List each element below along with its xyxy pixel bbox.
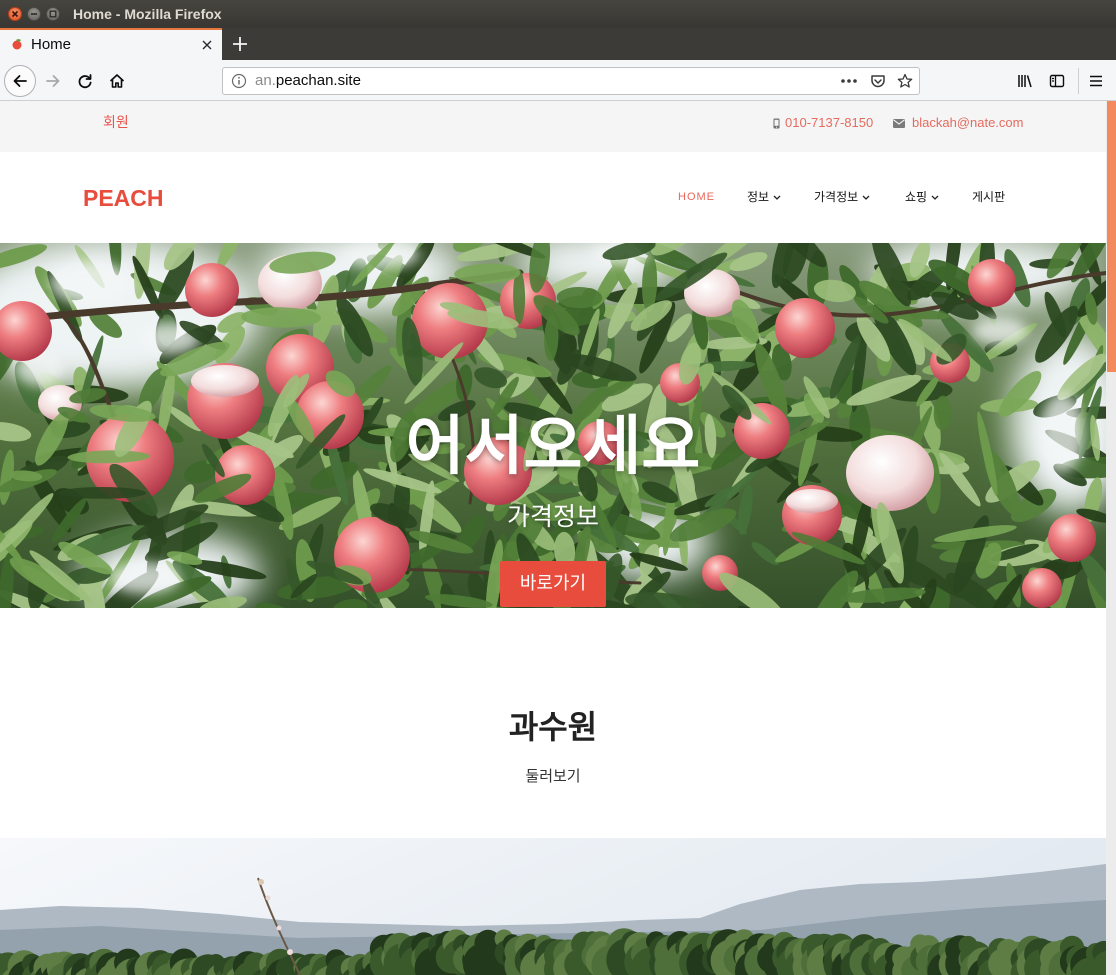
page-actions-dots-icon[interactable]	[840, 78, 858, 84]
nav-item-label: 가격정보	[814, 190, 859, 204]
window-close-icon[interactable]	[8, 7, 22, 21]
hero-peach	[775, 298, 835, 358]
navigation-toolbar: an.peachan.site	[0, 60, 1116, 101]
blossom-branch	[287, 949, 293, 955]
nav-item-board[interactable]: 게시판	[972, 188, 1005, 206]
blossom-branch	[265, 895, 271, 901]
chevron-down-icon	[862, 195, 870, 200]
envelope-icon	[893, 119, 905, 128]
forward-arrow-icon[interactable]	[45, 73, 61, 89]
hero-peach	[968, 259, 1016, 307]
nav-item-label: 게시판	[972, 190, 1006, 204]
chevron-down-icon	[773, 195, 781, 200]
pocket-icon[interactable]	[870, 73, 886, 89]
home-icon[interactable]	[109, 73, 125, 89]
web-page: 회원 010-7137-8150 blackah@nate.com PEACH …	[0, 101, 1106, 975]
go-button[interactable]: 바로가기	[500, 561, 606, 607]
mobile-phone-icon	[773, 118, 780, 129]
orchard-landscape-image	[0, 838, 1106, 975]
url-domain: peachan.site	[275, 72, 361, 89]
tab-home[interactable]: Home	[0, 28, 222, 60]
nav-item-label: HOME	[678, 191, 715, 203]
library-icon[interactable]	[1017, 73, 1033, 89]
peach-favicon-icon	[11, 38, 23, 50]
hero-title: 어서오세요	[405, 410, 701, 484]
tab-close-icon[interactable]	[201, 39, 213, 51]
hero-peach	[185, 263, 239, 317]
sky-gap	[972, 317, 1028, 345]
tab-label: Home	[31, 36, 72, 53]
member-link[interactable]: 회원	[103, 113, 129, 133]
reload-icon[interactable]	[77, 73, 93, 89]
chevron-down-icon	[931, 195, 939, 200]
site-info-icon[interactable]	[231, 73, 247, 89]
hero-peach	[191, 365, 259, 397]
top-info-bar: 회원 010-7137-8150 blackah@nate.com	[0, 101, 1106, 152]
tab-strip: Home	[0, 28, 1116, 60]
nav-item-price-info[interactable]: 가격정보	[814, 188, 870, 206]
blossom-branch	[276, 925, 282, 931]
sky-gap	[110, 562, 180, 594]
nav-item-info[interactable]: 정보	[747, 188, 781, 206]
window-minimize-icon[interactable]	[27, 7, 41, 21]
blossom-branch	[258, 879, 264, 885]
url-subdomain: an.	[255, 72, 276, 89]
toolbar-separator	[1078, 68, 1079, 94]
section-title: 과수원	[508, 708, 598, 746]
sidebar-icon[interactable]	[1049, 73, 1065, 89]
nav-item-shopping[interactable]: 쇼핑	[905, 188, 939, 206]
window-titlebar: Home - Mozilla Firefox	[0, 0, 1116, 28]
nav-item-label: 쇼핑	[905, 190, 928, 204]
hamburger-menu-icon[interactable]	[1088, 73, 1104, 89]
sky-gap	[50, 261, 130, 305]
site-logo[interactable]: PEACH	[83, 184, 164, 212]
scrollbar-thumb[interactable]	[1107, 101, 1116, 372]
section-subtitle: 둘러보기	[525, 767, 581, 785]
window-maximize-icon[interactable]	[46, 7, 60, 21]
url-text[interactable]: an.peachan.site	[255, 68, 361, 94]
orchard-landscape-photo	[0, 838, 1106, 975]
page-scrollbar[interactable]	[1106, 101, 1116, 975]
back-arrow-icon[interactable]	[12, 73, 28, 89]
window-title: Home - Mozilla Firefox	[73, 6, 222, 22]
phone-number[interactable]: 010-7137-8150	[785, 113, 873, 133]
hero-peach	[1022, 568, 1062, 608]
nav-item-label: 정보	[747, 190, 770, 204]
new-tab-plus-icon[interactable]	[233, 37, 247, 51]
hero-banner: 어서오세요 가격정보 바로가기	[0, 243, 1106, 608]
orchard-section: 과수원 둘러보기	[0, 608, 1106, 838]
hero-subtitle: 가격정보	[506, 502, 599, 531]
back-button[interactable]	[4, 65, 36, 97]
bookmark-star-icon[interactable]	[897, 73, 913, 89]
url-bar[interactable]: an.peachan.site	[222, 67, 920, 95]
nav-item-home[interactable]: HOME	[678, 188, 715, 206]
email-address[interactable]: blackah@nate.com	[912, 113, 1023, 133]
site-header: PEACH HOME 정보 가격정보 쇼핑 게시판	[0, 152, 1106, 243]
